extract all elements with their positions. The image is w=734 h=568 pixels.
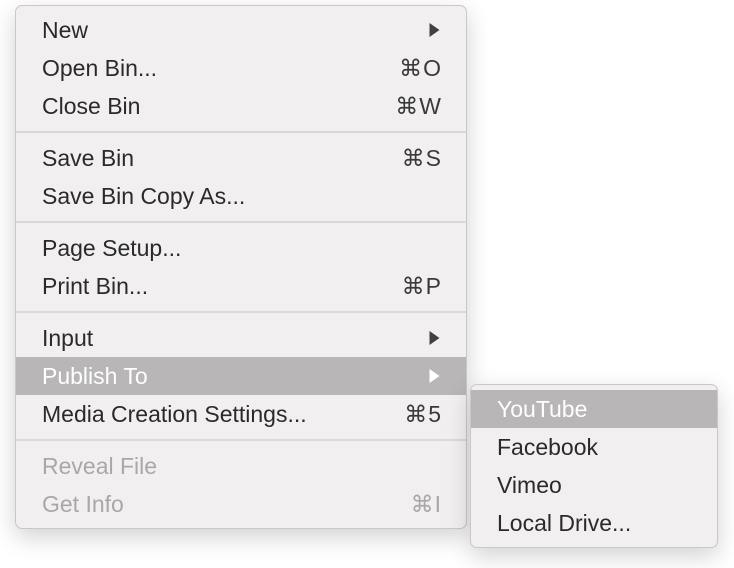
- menu-item-label: Close Bin: [42, 90, 372, 122]
- menu-item-save-bin[interactable]: Save Bin⌘S: [16, 139, 466, 177]
- menu-item-input[interactable]: Input: [16, 319, 466, 357]
- main-menu: NewOpen Bin...⌘OClose Bin⌘WSave Bin⌘SSav…: [15, 5, 467, 529]
- menu-separator: [16, 439, 466, 441]
- menu-item-label: New: [42, 14, 429, 46]
- menu-item-label: Vimeo: [497, 469, 693, 501]
- submenu-item-vimeo[interactable]: Vimeo: [471, 466, 717, 504]
- submenu-item-facebook[interactable]: Facebook: [471, 428, 717, 466]
- menu-item-label: Input: [42, 322, 429, 354]
- submenu-item-youtube[interactable]: YouTube: [471, 390, 717, 428]
- menu-item-label: Open Bin...: [42, 52, 372, 84]
- menu-item-print-bin[interactable]: Print Bin...⌘P: [16, 267, 466, 305]
- menu-item-label: Print Bin...: [42, 270, 372, 302]
- submenu-arrow-icon: [429, 331, 442, 345]
- menu-item-label: Save Bin: [42, 142, 372, 174]
- submenu-arrow-icon: [429, 369, 442, 383]
- menu-item-shortcut: ⌘W: [372, 90, 442, 122]
- menu-item-shortcut: ⌘O: [372, 52, 442, 84]
- menu-item-media-creation-settings[interactable]: Media Creation Settings...⌘5: [16, 395, 466, 433]
- menu-item-publish-to[interactable]: Publish To: [16, 357, 466, 395]
- menu-item-label: Page Setup...: [42, 232, 372, 264]
- menu-item-label: Save Bin Copy As...: [42, 180, 372, 212]
- menu-item-shortcut: ⌘I: [372, 488, 442, 520]
- menu-item-shortcut: ⌘S: [372, 142, 442, 174]
- submenu-arrow-icon: [429, 23, 442, 37]
- menu-item-label: Media Creation Settings...: [42, 398, 372, 430]
- menu-item-shortcut: ⌘P: [372, 270, 442, 302]
- menu-separator: [16, 131, 466, 133]
- menu-item-page-setup[interactable]: Page Setup...: [16, 229, 466, 267]
- menu-item-label: Publish To: [42, 360, 429, 392]
- menu-item-new[interactable]: New: [16, 11, 466, 49]
- menu-item-get-info: Get Info⌘I: [16, 485, 466, 523]
- sub-menu-publish-to: YouTube Facebook Vimeo Local Drive...: [470, 384, 718, 548]
- menu-item-label: YouTube: [497, 393, 693, 425]
- menu-item-label: Local Drive...: [497, 507, 693, 539]
- menu-item-open-bin[interactable]: Open Bin...⌘O: [16, 49, 466, 87]
- menu-item-reveal-file: Reveal File: [16, 447, 466, 485]
- submenu-item-local-drive[interactable]: Local Drive...: [471, 504, 717, 542]
- menu-item-label: Reveal File: [42, 450, 372, 482]
- menu-item-close-bin[interactable]: Close Bin⌘W: [16, 87, 466, 125]
- menu-item-shortcut: ⌘5: [372, 398, 442, 430]
- menu-item-save-bin-copy-as[interactable]: Save Bin Copy As...: [16, 177, 466, 215]
- menu-separator: [16, 221, 466, 223]
- menu-separator: [16, 311, 466, 313]
- menu-item-label: Facebook: [497, 431, 693, 463]
- menu-item-label: Get Info: [42, 488, 372, 520]
